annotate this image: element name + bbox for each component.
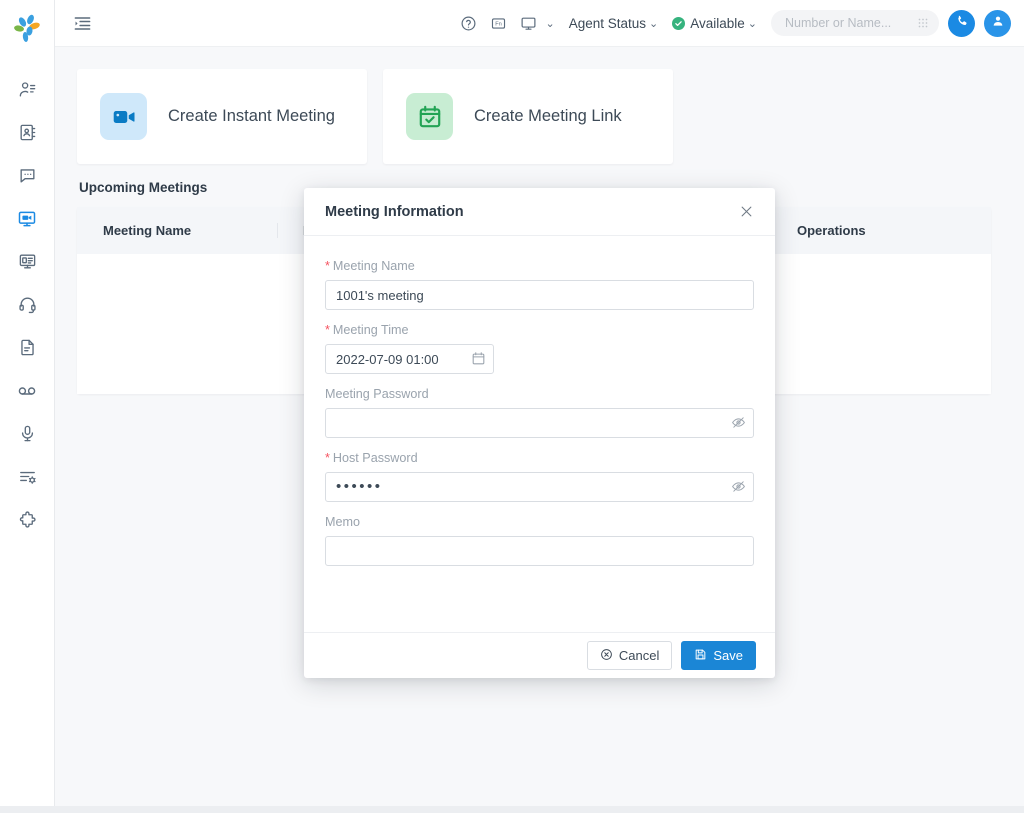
input-wrapper [325,472,754,502]
calendar-check-icon [406,93,453,140]
field-memo: Memo [325,515,754,566]
sidebar-item-recording[interactable] [7,412,47,455]
video-monitor-icon [17,209,37,229]
calendar-icon[interactable] [471,351,486,371]
input-wrapper [325,344,754,374]
card-label: Create Meeting Link [474,107,622,126]
circle-close-icon [600,648,613,664]
left-sidebar [0,0,55,806]
quick-action-cards: Create Instant Meeting Create Meeting Li… [77,69,1007,164]
dialpad-icon[interactable] [917,16,929,34]
memo-input[interactable] [325,536,754,566]
monitor-icon[interactable] [514,9,542,37]
voicemail-icon [17,381,37,401]
sidebar-item-reports[interactable] [7,326,47,369]
sidebar-item-voicemail[interactable] [7,369,47,412]
chat-bubble-icon [18,166,37,185]
dialog-body: *Meeting Name *Meeting Time [304,236,775,632]
sidebar-item-wallboard[interactable] [7,240,47,283]
sidebar-item-settings[interactable] [7,455,47,498]
field-meeting-time: *Meeting Time [325,323,754,374]
save-button-label: Save [713,648,743,663]
user-avatar[interactable] [984,10,1011,37]
label-text: Meeting Name [333,259,415,273]
field-meeting-password: Meeting Password [325,387,754,438]
label-text: Meeting Time [333,323,409,337]
save-disk-icon [694,648,707,664]
address-book-icon [18,123,37,142]
field-label-memo: Memo [325,515,754,529]
video-camera-icon [100,93,147,140]
sidebar-item-chat[interactable] [7,154,47,197]
label-text: Host Password [333,451,418,465]
headset-icon [18,295,37,314]
fn-key-icon[interactable]: Fn [484,9,512,37]
sidebar-item-apps[interactable] [7,498,47,541]
dashboard-icon [18,252,37,271]
chevron-down-icon: ⌄ [748,17,757,30]
agent-status-label: Agent Status [569,16,646,31]
eye-off-icon[interactable] [731,479,746,499]
phone-icon [955,14,969,33]
required-asterisk: * [325,451,330,465]
microphone-icon [18,424,37,443]
document-edit-icon [18,338,37,357]
sidebar-item-contacts[interactable] [7,68,47,111]
list-settings-icon [18,467,37,486]
user-settings-icon [18,80,37,99]
eye-off-icon[interactable] [731,415,746,435]
input-wrapper [325,536,754,566]
chevron-down-icon: ⌄ [649,17,658,30]
menu-fold-icon[interactable] [68,9,96,37]
required-asterisk: * [325,259,330,273]
field-meeting-name: *Meeting Name [325,259,754,310]
save-button[interactable]: Save [681,641,756,670]
field-label-host-password: *Host Password [325,451,754,465]
required-asterisk: * [325,323,330,337]
user-avatar-icon [991,14,1005,33]
host-password-input[interactable] [325,472,754,502]
field-host-password: *Host Password [325,451,754,502]
meeting-password-input[interactable] [325,408,754,438]
meeting-time-input[interactable] [325,344,494,374]
meeting-information-dialog: Meeting Information *Meeting Name *Meeti… [304,188,775,678]
field-label-meeting-password: Meeting Password [325,387,754,401]
search-input[interactable] [771,10,939,36]
meeting-name-input[interactable] [325,280,754,310]
dialog-title: Meeting Information [325,204,464,220]
column-header-operations[interactable]: Operations [771,207,991,254]
top-bar: Fn ⌄ Agent Status ⌄ [55,0,1024,47]
input-wrapper [325,408,754,438]
dialog-footer: Cancel Save [304,632,775,678]
help-circle-icon[interactable] [454,9,482,37]
puzzle-icon [18,510,37,529]
cancel-button-label: Cancel [619,648,659,663]
agent-status-dropdown[interactable]: Agent Status ⌄ [569,16,659,31]
monitor-dropdown-caret[interactable]: ⌄ [545,17,554,30]
sidebar-item-meeting[interactable] [7,197,47,240]
field-label-meeting-name: *Meeting Name [325,259,754,273]
input-wrapper [325,280,754,310]
call-button[interactable] [948,10,975,37]
availability-label: Available [690,16,745,31]
cancel-button[interactable]: Cancel [587,641,672,670]
search-box [771,10,939,36]
sidebar-item-agent[interactable] [7,283,47,326]
status-available-icon [672,17,685,30]
dialog-header: Meeting Information [304,188,775,236]
field-label-meeting-time: *Meeting Time [325,323,754,337]
create-meeting-link-card[interactable]: Create Meeting Link [383,69,673,164]
card-label: Create Instant Meeting [168,107,335,126]
sidebar-item-directory[interactable] [7,111,47,154]
close-icon[interactable] [736,202,756,222]
availability-dropdown[interactable]: Available ⌄ [672,16,757,31]
pinwheel-logo [7,8,47,48]
svg-text:Fn: Fn [495,21,502,27]
top-bar-right-group: Fn ⌄ Agent Status ⌄ [454,9,1024,37]
app-root: Fn ⌄ Agent Status ⌄ [0,0,1024,813]
column-header-meeting-name[interactable]: Meeting Name [77,207,277,254]
create-instant-meeting-card[interactable]: Create Instant Meeting [77,69,367,164]
